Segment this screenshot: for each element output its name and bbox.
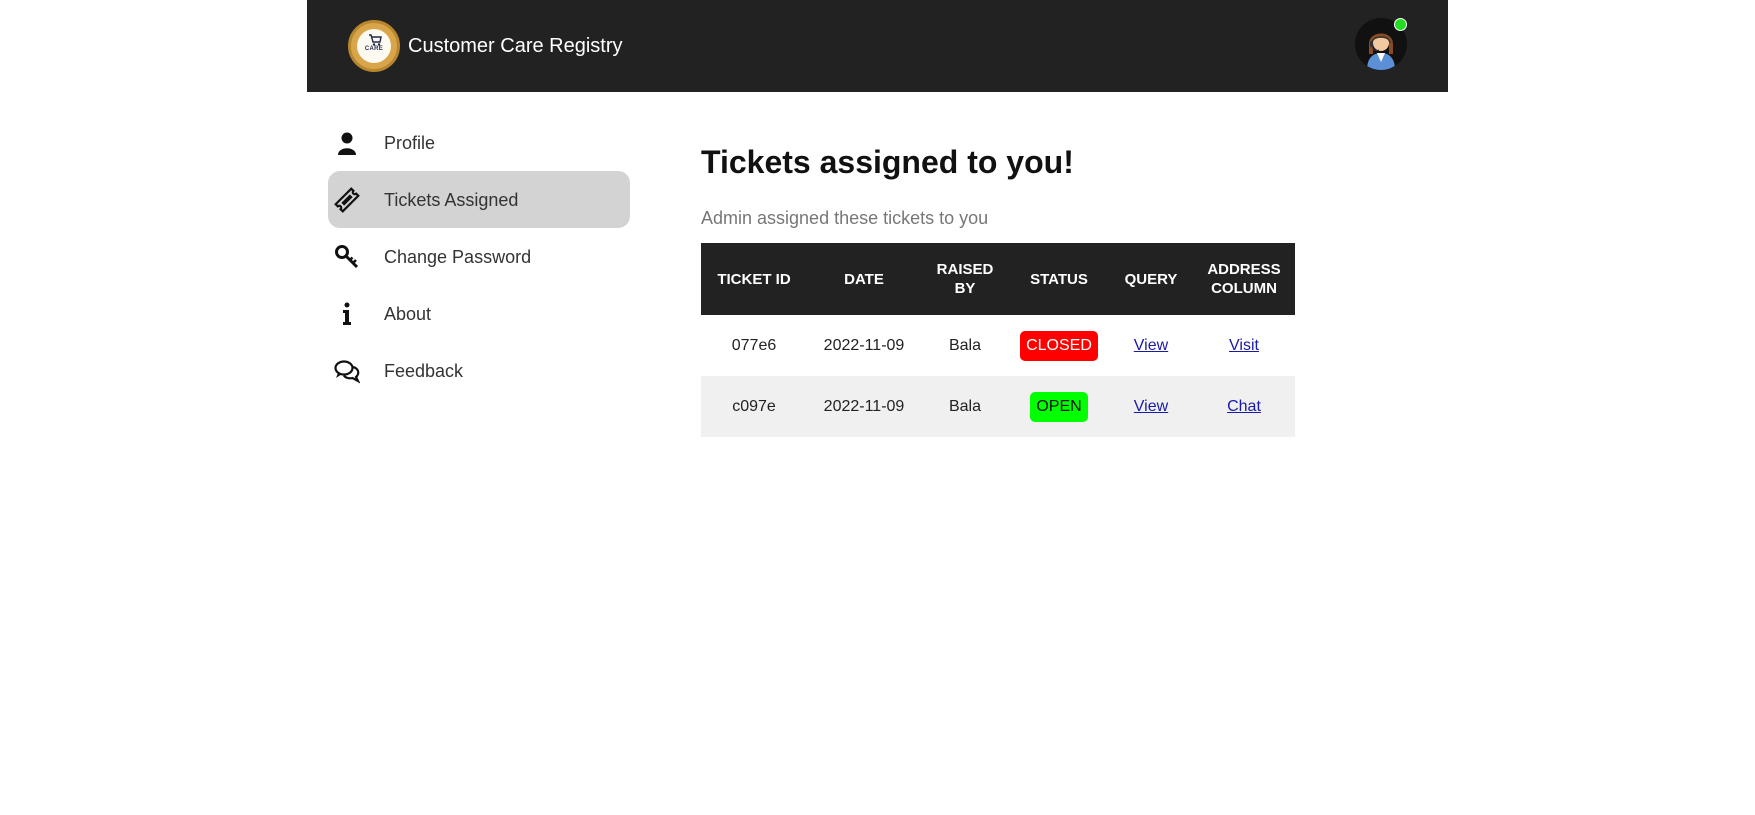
ticket-id-cell: 077e6 xyxy=(701,315,807,376)
ticket-id-cell: c097e xyxy=(701,376,807,437)
sidebar-item-label: About xyxy=(384,304,432,324)
page-subtitle: Admin assigned these tickets to you xyxy=(701,208,989,228)
sidebar-item-label: Profile xyxy=(384,133,436,153)
table-row: 077e6 2022-11-09 Bala CLOSED View Visit xyxy=(701,315,1295,376)
query-cell: View xyxy=(1109,376,1193,437)
brand-title[interactable]: Customer Care Registry xyxy=(408,33,623,59)
column-header-date: DATE xyxy=(807,243,921,315)
status-badge: CLOSED xyxy=(1020,330,1098,361)
address-cell: Visit xyxy=(1193,315,1295,376)
logo-emblem: CARE xyxy=(357,29,391,63)
sidebar-item-profile[interactable]: Profile xyxy=(328,114,630,171)
online-status-dot xyxy=(1394,18,1407,31)
sidebar-item-label: Feedback xyxy=(384,361,464,381)
status-cell: OPEN xyxy=(1009,376,1109,437)
chat-bubbles-icon xyxy=(334,360,360,384)
chat-link[interactable]: Chat xyxy=(1227,398,1261,415)
ticket-icon xyxy=(334,187,360,213)
sidebar-item-change-password[interactable]: Change Password xyxy=(328,228,630,285)
sidebar-item-label: Change Password xyxy=(384,247,532,267)
raised-by-cell: Bala xyxy=(921,315,1009,376)
date-cell: 2022-11-09 xyxy=(807,376,921,437)
view-query-link[interactable]: View xyxy=(1134,337,1168,354)
info-icon xyxy=(343,302,351,325)
sidebar-item-about[interactable]: About xyxy=(328,285,630,342)
visit-link[interactable]: Visit xyxy=(1229,337,1259,354)
sidebar-item-feedback[interactable]: Feedback xyxy=(328,342,630,399)
user-icon xyxy=(338,132,356,155)
view-query-link[interactable]: View xyxy=(1134,398,1168,415)
status-badge: OPEN xyxy=(1030,391,1088,422)
sidebar-item-tickets-assigned[interactable]: Tickets Assigned xyxy=(328,171,630,228)
date-cell: 2022-11-09 xyxy=(807,315,921,376)
column-header-ticket-id: TICKET ID xyxy=(701,243,807,315)
page-title: Tickets assigned to you! xyxy=(701,144,1074,180)
column-header-query: QUERY xyxy=(1109,243,1193,315)
top-navbar: CARE Customer Care Registry xyxy=(307,0,1448,92)
cart-icon xyxy=(369,34,382,46)
raised-by-cell: Bala xyxy=(921,376,1009,437)
address-cell: Chat xyxy=(1193,376,1295,437)
tickets-table: TICKET ID DATE RAISED BY STATUS QUERY AD… xyxy=(701,243,1295,437)
logo-text: CARE xyxy=(364,46,384,52)
sidebar-item-label: Tickets Assigned xyxy=(384,190,519,210)
column-header-address: ADDRESS COLUMN xyxy=(1193,243,1295,315)
column-header-raised-by: RAISED BY xyxy=(921,243,1009,315)
table-row: c097e 2022-11-09 Bala OPEN View Chat xyxy=(701,376,1295,437)
brand-logo[interactable]: CARE xyxy=(348,20,400,72)
column-header-status: STATUS xyxy=(1009,243,1109,315)
app-shell: CARE Customer Care Registry Profile Tick… xyxy=(307,0,1448,815)
key-icon xyxy=(335,245,359,269)
status-cell: CLOSED xyxy=(1009,315,1109,376)
query-cell: View xyxy=(1109,315,1193,376)
table-header-row: TICKET ID DATE RAISED BY STATUS QUERY AD… xyxy=(701,243,1295,315)
